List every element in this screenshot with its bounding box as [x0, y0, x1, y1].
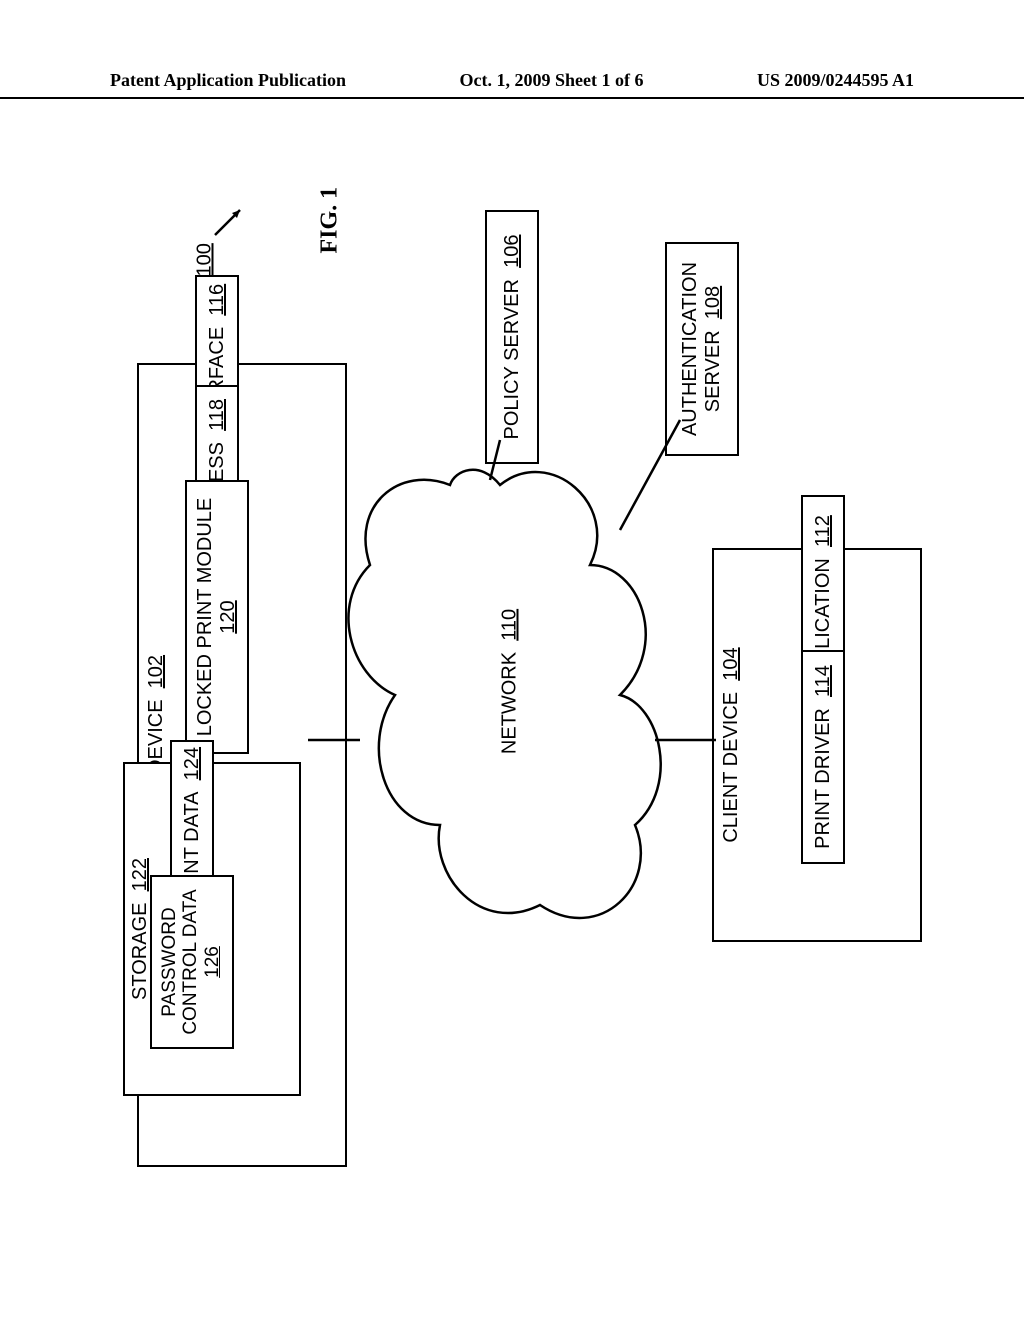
connections	[0, 0, 1024, 1320]
diagram-canvas: FIG. 1 100 PRINTING DEVICE 102 USER INTE…	[0, 0, 1024, 1320]
